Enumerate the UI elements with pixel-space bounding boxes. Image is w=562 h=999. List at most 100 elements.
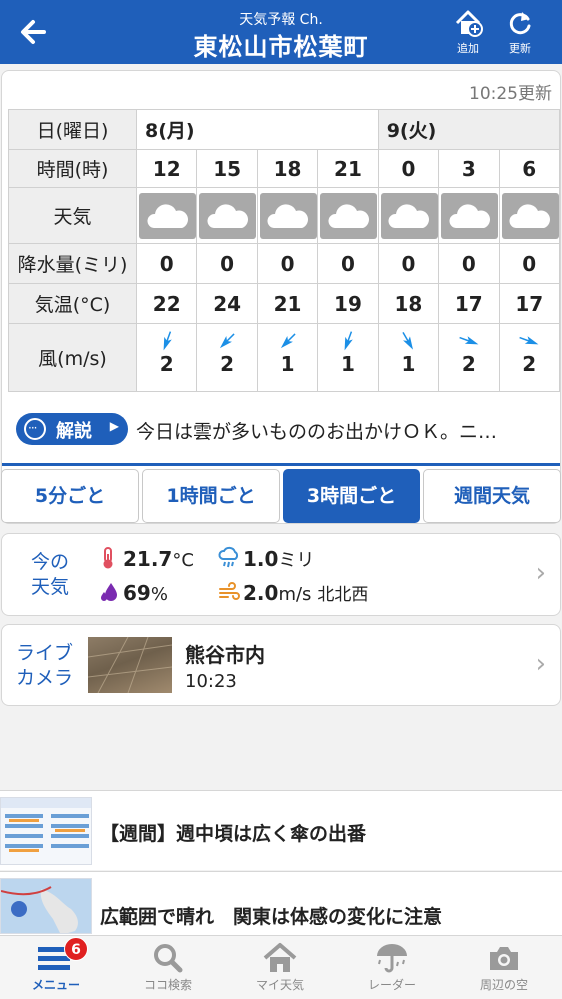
time-cell: 18: [256, 149, 319, 188]
bottom-navigation: 6 メニュー ココ検索 マイ天気 レーダー 周辺の空: [0, 935, 562, 999]
refresh-label: 更新: [509, 42, 531, 55]
forecast-card: 10:25更新 日(曜日) 8(月) 9(火) 時間(時) 12 15 18 2…: [1, 70, 561, 524]
forecast-comment: 解説 ▶ 今日は雲が多いもののお出かけＯＫ。ニ…: [16, 411, 556, 447]
temp-cell: 18: [377, 283, 440, 324]
temp-unit: °C: [172, 550, 194, 571]
current-humidity: 69%: [98, 580, 168, 609]
thermometer-icon: [98, 546, 120, 575]
time-cell: 0: [377, 149, 440, 188]
temp-cell: 24: [196, 283, 258, 324]
divider: [2, 463, 560, 466]
wind-direction: 北北西: [317, 585, 369, 605]
wind-speed: 1: [341, 352, 355, 376]
cloud-icon: [380, 192, 438, 239]
rain-unit: ミリ: [278, 550, 315, 571]
add-location-button[interactable]: 追加: [448, 8, 488, 58]
time-cell: 21: [317, 149, 379, 188]
rain-row: 降水量(ミリ) 0 0 0 0 0 0 0: [8, 243, 561, 284]
date-row: 日(曜日) 8(月) 9(火): [8, 109, 561, 150]
nav-my-weather[interactable]: マイ天気: [224, 936, 336, 999]
weather-cell: [498, 187, 561, 244]
wind-cell: 2: [438, 323, 500, 392]
nav-search[interactable]: ココ検索: [112, 936, 224, 999]
nav-label: メニュー: [31, 978, 80, 992]
tab-3hour[interactable]: 3時間ごと: [283, 469, 420, 523]
weather-cell: [438, 187, 500, 244]
weather-row: 天気: [8, 187, 561, 244]
wind-speed: 2: [522, 352, 537, 376]
row-header-weather: 天気: [8, 187, 137, 244]
temp-value: 21.7: [123, 547, 173, 571]
temp-cell: 17: [438, 283, 500, 324]
weather-cell: [196, 187, 258, 244]
speech-bubble-icon: [24, 418, 46, 440]
time-cell: 6: [498, 149, 561, 188]
tab-5min[interactable]: 5分ごと: [1, 469, 139, 523]
nav-nearby-sky[interactable]: 周辺の空: [448, 936, 560, 999]
cloud-icon: [441, 192, 499, 239]
home-add-icon: [455, 10, 483, 37]
temp-cell: 21: [256, 283, 319, 324]
weather-cell: [135, 187, 198, 244]
refresh-button[interactable]: 更新: [500, 8, 540, 58]
wind-speed: 1: [401, 352, 416, 376]
humidity-drops-icon: [98, 580, 120, 609]
wind-speed: 2: [461, 352, 476, 376]
time-cell: 15: [196, 149, 258, 188]
current-wind: 2.0m/s 北北西: [218, 580, 368, 609]
day-header-1: 8(月): [136, 109, 379, 150]
live-camera-card[interactable]: ライブ カメラ 熊谷市内 10:23 ›: [1, 624, 561, 706]
news-item[interactable]: 【週間】週中頃は広く傘の出番: [0, 790, 562, 870]
weather-cell: [256, 187, 319, 244]
rain-cell: 0: [135, 243, 198, 284]
nav-menu[interactable]: 6 メニュー: [0, 936, 112, 999]
camera-location: 熊谷市内: [185, 643, 265, 667]
current-weather-card[interactable]: 今の 天気 21.7°C 1.0ミリ 69% 2.0m/s 北北西 ›: [1, 533, 561, 616]
add-label: 追加: [457, 42, 479, 55]
wind-cell: 2: [135, 323, 198, 392]
row-header-time: 時間(時): [8, 149, 137, 188]
rain-cell: 0: [317, 243, 379, 284]
wind-value: 2.0: [243, 581, 279, 605]
temp-cell: 17: [498, 283, 561, 324]
nav-radar[interactable]: レーダー: [336, 936, 448, 999]
triangle-right-icon: ▶: [109, 419, 119, 433]
news-title: 【週間】週中頃は広く傘の出番: [100, 823, 367, 845]
nav-label: レーダー: [367, 978, 416, 992]
tab-weekly[interactable]: 週間天気: [423, 469, 561, 523]
humidity-unit: %: [150, 584, 168, 605]
tab-1hour[interactable]: 1時間ごと: [142, 469, 280, 523]
row-header-temp: 気温(°C): [8, 283, 137, 324]
rain-cloud-icon: [218, 546, 240, 575]
camera-thumbnail[interactable]: [88, 637, 172, 693]
refresh-icon: [509, 12, 531, 35]
commentary-button[interactable]: 解説 ▶: [16, 413, 128, 445]
wind-icon: [218, 580, 240, 609]
nav-label: ココ検索: [143, 978, 192, 992]
cloud-icon: [501, 192, 559, 239]
cloud-icon: [259, 192, 317, 239]
comment-text[interactable]: 今日は雲が多いもののお出かけＯＫ。ニ…: [136, 417, 497, 444]
news-thumbnail: [0, 797, 92, 865]
wind-cell: 1: [256, 323, 319, 392]
wind-arrow-icon: [379, 324, 438, 352]
news-item[interactable]: 広範囲で晴れ 関東は体感の変化に注意: [0, 871, 562, 935]
rain-value: 1.0: [243, 547, 279, 571]
search-icon: [154, 944, 183, 973]
wind-arrow-icon: [439, 324, 498, 352]
rain-cell: 0: [498, 243, 561, 284]
wind-cell: 1: [317, 323, 379, 392]
news-thumbnail: [0, 878, 92, 934]
nav-label: マイ天気: [255, 978, 304, 992]
home-icon: [263, 943, 297, 972]
temp-cell: 19: [317, 283, 379, 324]
weather-cell: [377, 187, 440, 244]
wind-cell: 1: [377, 323, 440, 392]
notification-badge: 6: [64, 937, 88, 961]
label-line1: 今の: [30, 551, 69, 573]
weather-cell: [317, 187, 379, 244]
rain-cell: 0: [256, 243, 319, 284]
cloud-icon: [139, 192, 196, 239]
row-header-wind: 風(m/s): [8, 323, 137, 392]
wind-arrow-icon: [500, 324, 559, 352]
